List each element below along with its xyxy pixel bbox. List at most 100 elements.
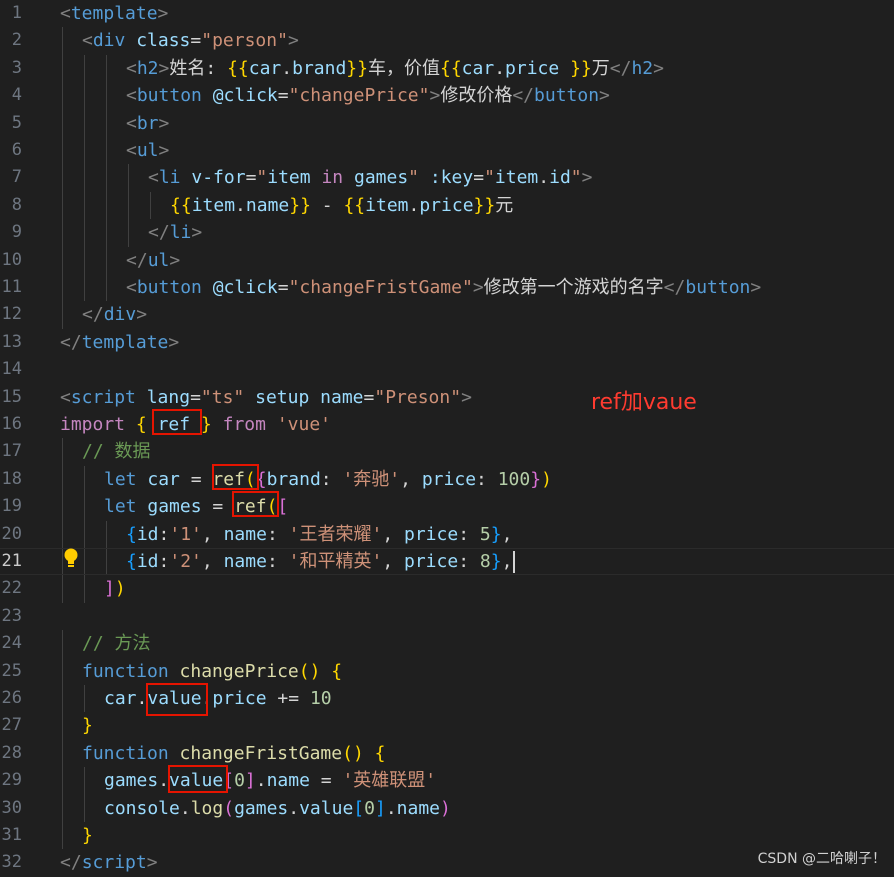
line-number: 5 — [11, 112, 22, 133]
code-line[interactable]: 21 {id:'2', name: '和平精英', price: 8}, — [0, 548, 894, 576]
line-number: 16 — [1, 414, 22, 434]
code-token: { — [135, 414, 147, 435]
line-number: 4 — [11, 85, 22, 106]
code-line[interactable]: 30 console.log(games.value[0].name) — [0, 795, 894, 822]
code-token: games — [104, 770, 159, 792]
code-token: - — [310, 194, 344, 216]
code-token: 8 — [479, 551, 491, 572]
code-line[interactable]: 17 // 数据 — [0, 438, 894, 465]
code-text: function changeFristGame() { — [82, 740, 385, 767]
code-token: : — [476, 468, 498, 490]
code-line[interactable]: 5 <br> — [0, 110, 894, 137]
code-token: name — [266, 770, 310, 792]
code-line[interactable]: 24 // 方法 — [0, 630, 894, 657]
code-line[interactable]: 31} — [0, 822, 894, 849]
code-token: console — [104, 797, 180, 819]
code-line[interactable]: 2 <div class="person"> — [0, 27, 894, 54]
code-token: . — [494, 57, 506, 79]
code-token: > — [136, 304, 148, 326]
code-line[interactable]: 22]) — [0, 575, 894, 602]
code-text: console.log(games.value[0].name) — [104, 795, 451, 822]
code-editor[interactable]: 1 <template> 2 <div class="person"> 3 <h2>姓名:… — [0, 0, 894, 874]
code-token: </ — [512, 85, 535, 107]
code-line[interactable]: 6 <ul> — [0, 137, 894, 164]
code-line[interactable]: 29 games.value[0].name = '英雄联盟' — [0, 767, 894, 794]
code-token: = — [473, 167, 485, 189]
lightbulb-icon[interactable] — [62, 547, 80, 569]
code-token: 修改价格 — [440, 85, 513, 107]
code-token: () — [342, 742, 364, 764]
code-line[interactable]: 25 function changePrice() { — [0, 658, 894, 685]
code-token: = — [190, 30, 202, 52]
code-line[interactable]: 11 <button @click="changeFristGame">修改第一个… — [0, 274, 894, 301]
line-number: 17 — [1, 441, 22, 462]
line-number: 27 — [1, 715, 22, 736]
code-token: , — [501, 523, 513, 545]
code-token: </ — [148, 222, 170, 244]
code-token: > — [158, 140, 170, 161]
code-token: . — [288, 797, 300, 819]
code-line[interactable]: 15 <script lang="ts" setup name="Preson"> — [0, 384, 894, 411]
code-token: < — [126, 277, 137, 298]
code-token: changeFristGame — [179, 742, 343, 764]
code-line[interactable]: 4 <button @click="changePrice">修改价格</butt… — [0, 82, 894, 109]
code-token: price — [404, 551, 459, 572]
code-line[interactable]: 10 </ul> — [0, 247, 894, 274]
code-token: [ — [353, 797, 365, 819]
code-token: </ — [663, 277, 686, 298]
code-text: car.value.price += 10 — [104, 685, 332, 712]
code-token: > — [581, 167, 593, 189]
code-token: } — [200, 414, 212, 435]
code-token: : — [458, 551, 480, 572]
code-line[interactable]: 3 <h2>姓名: {{car.brand}}车，价值{{car.price }}… — [0, 55, 894, 82]
code-token: function — [82, 660, 169, 682]
code-token: price — [419, 194, 474, 216]
code-token: '王者荣耀' — [288, 523, 383, 545]
code-token: [ — [223, 770, 235, 792]
code-line[interactable]: 26 car.value.price += 10 — [0, 685, 894, 712]
code-token: = — [190, 386, 201, 408]
code-token: item — [494, 167, 539, 189]
code-token: } — [82, 715, 93, 737]
code-line[interactable]: 16 import { ref } from 'vue' — [0, 411, 894, 438]
code-line[interactable]: 23 — [0, 603, 894, 630]
code-line[interactable]: 1 <template> — [0, 0, 894, 27]
code-token: :key — [429, 167, 474, 189]
code-line[interactable]: 27} — [0, 712, 894, 739]
code-token: < — [126, 57, 137, 79]
code-token: br — [136, 112, 159, 134]
code-token: 100 — [497, 468, 531, 490]
code-text: </template> — [60, 329, 179, 356]
code-line[interactable]: 8 {{item.name}} - {{item.price}}元 — [0, 192, 894, 219]
code-token: : — [158, 551, 170, 572]
code-line[interactable]: 20 {id:'1', name: '王者荣耀', price: 5}, — [0, 521, 894, 548]
code-token: 姓名: — [169, 57, 228, 79]
code-token: { — [331, 660, 343, 682]
code-text: <ul> — [126, 137, 169, 164]
code-token: item — [267, 167, 311, 189]
code-line[interactable]: 13 </template> — [0, 329, 894, 356]
code-token: '1' — [169, 523, 202, 545]
code-token: = — [201, 496, 235, 518]
code-line[interactable]: 12 </div> — [0, 301, 894, 328]
line-number: 3 — [11, 57, 22, 78]
code-token: id — [136, 523, 159, 545]
line-number: 20 — [1, 523, 22, 544]
code-text: <li v-for="item in games" :key="item.id"… — [148, 164, 592, 191]
code-text: } — [82, 822, 93, 849]
code-line[interactable]: 18 let car = ref({brand: '奔驰', price: 100… — [0, 466, 894, 493]
code-token: games — [353, 167, 409, 189]
code-line[interactable]: 7 <li v-for="item in games" :key="item.id… — [0, 164, 894, 191]
code-line[interactable]: 9 </li> — [0, 219, 894, 246]
code-token: : — [320, 468, 343, 490]
code-line[interactable]: 19 let games = ref([ — [0, 493, 894, 520]
code-token: '英雄联盟' — [342, 770, 437, 792]
code-token: template — [81, 331, 169, 353]
code-line[interactable]: 28 function changeFristGame() { — [0, 740, 894, 767]
text-cursor — [513, 551, 516, 573]
code-token: " — [408, 167, 420, 189]
code-line[interactable]: 14 — [0, 356, 894, 383]
